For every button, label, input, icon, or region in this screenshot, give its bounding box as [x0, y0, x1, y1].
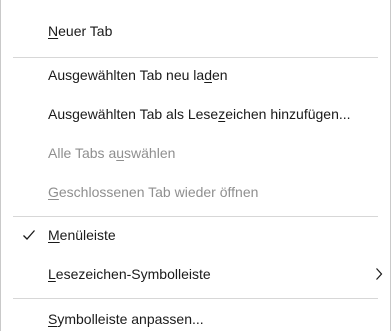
menu-item-accesskey: N — [48, 23, 59, 39]
menu-item-select-all-tabs: Alle Tabs auswählen — [1, 136, 390, 170]
menu-item-label-post: swählen — [124, 145, 176, 161]
menu-item-accesskey: M — [48, 227, 60, 243]
menu-item-label-post: esezeichen-Symbolleiste — [55, 266, 211, 282]
menu-item-label-post: ymbolleiste anpassen... — [57, 311, 204, 327]
menu-item-bookmarks-toolbar[interactable]: Lesezeichen-Symbolleiste — [1, 257, 390, 291]
menu-item-accesskey: L — [48, 266, 56, 282]
menu-item-reopen-closed-tab: Geschlossenen Tab wieder öffnen — [1, 175, 390, 209]
menu-item-bookmark-selected-tab[interactable]: Ausgewählten Tab als Lesezeichen hinzufü… — [1, 97, 390, 131]
checkmark-icon — [23, 230, 35, 240]
menu-item-new-tab[interactable]: Neuer Tab — [1, 14, 390, 48]
menu-item-label-post: euer Tab — [58, 23, 113, 39]
menu-separator — [13, 298, 378, 299]
menu-item-accesskey: d — [204, 67, 212, 83]
menu-item-accesskey: S — [48, 311, 58, 327]
menu-item-reload-selected-tab[interactable]: Ausgewählten Tab neu laden — [1, 58, 390, 92]
menu-item-menu-bar[interactable]: Menüleiste — [1, 218, 390, 252]
menu-item-label-pre: Alle Tabs a — [48, 145, 117, 161]
menu-item-label-pre: Ausgewählten Tab als Lese — [48, 106, 219, 122]
menu-item-label-post: eichen hinzufügen... — [225, 106, 351, 122]
menu-item-label-post: en — [212, 67, 228, 83]
tab-context-menu: Neuer Tab Ausgewählten Tab neu laden Aus… — [0, 0, 391, 331]
menu-separator — [13, 216, 378, 217]
menu-item-label-post: enüleiste — [59, 227, 116, 243]
menu-item-label-pre: Ausgewählten Tab neu la — [48, 67, 205, 83]
menu-item-accesskey: G — [48, 184, 59, 200]
menu-item-label-post: eschlossenen Tab wieder öffnen — [58, 184, 259, 200]
chevron-right-icon — [376, 268, 383, 280]
menu-item-accesskey: u — [116, 145, 125, 161]
